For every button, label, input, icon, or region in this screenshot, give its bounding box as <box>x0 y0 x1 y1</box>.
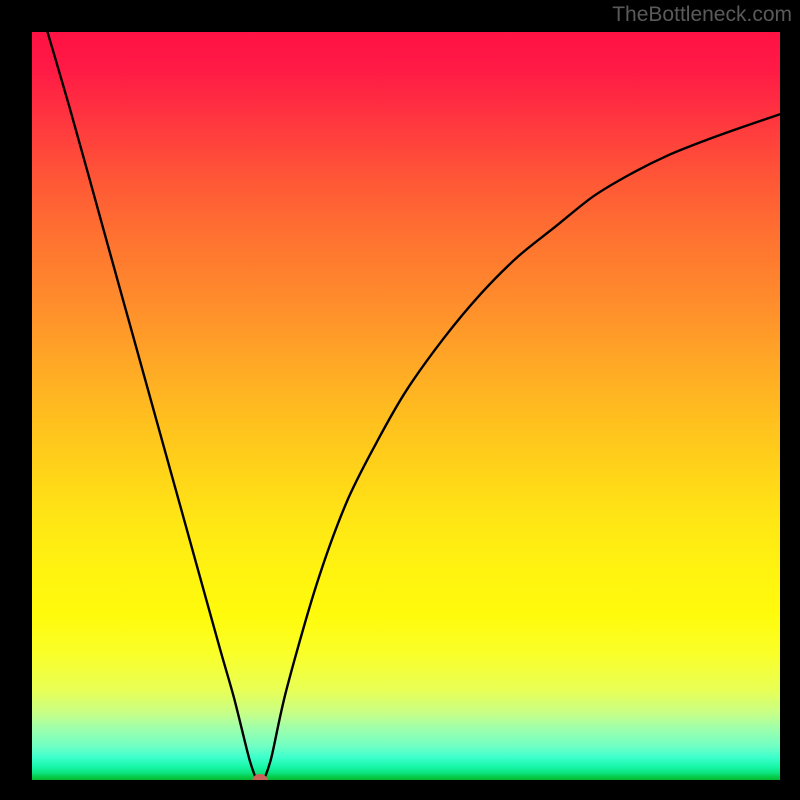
watermark-text: TheBottleneck.com <box>612 3 792 27</box>
minimum-marker-dot <box>253 774 268 780</box>
bottleneck-curve <box>32 32 780 780</box>
chart-plot-area <box>32 32 780 780</box>
